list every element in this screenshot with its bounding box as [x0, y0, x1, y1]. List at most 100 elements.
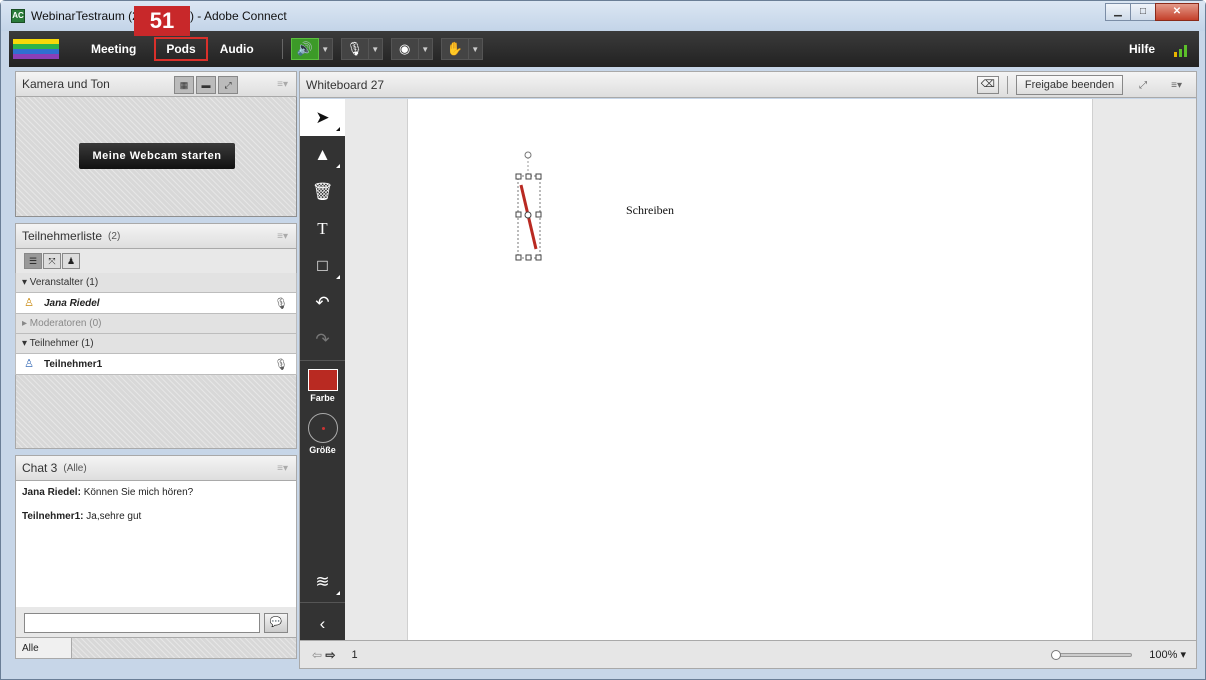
grid-view-icon[interactable]: ⤧	[43, 253, 61, 269]
close-button[interactable]: ✕	[1155, 3, 1199, 21]
chat-text: Ja,sehre gut	[83, 511, 142, 522]
attendee-view-tools: ☰ ⤧ ♟	[15, 249, 297, 273]
chevron-down-icon[interactable]: ▼	[468, 38, 483, 60]
camera-pod-body: Meine Webcam starten	[15, 97, 297, 217]
undo-icon[interactable]: ↶	[300, 284, 345, 321]
zoom-slider-knob[interactable]	[1051, 650, 1061, 660]
size-label: Größe	[309, 445, 336, 455]
pod-menu-icon[interactable]: ≡▾	[277, 231, 288, 242]
pod-menu-icon[interactable]: ≡▾	[277, 79, 288, 90]
selection-tool-icon[interactable]: ➤	[300, 99, 345, 136]
chat-scope: (Alle)	[63, 462, 87, 474]
canvas-text[interactable]: Schreiben	[626, 203, 674, 218]
mic-muted-icon: 🎙	[274, 297, 288, 310]
attendees-pod-title: Teilnehmerliste	[22, 229, 103, 243]
adobe-connect-logo	[13, 39, 59, 59]
chat-recipient-selector[interactable]: Alle	[16, 638, 72, 658]
whiteboard-canvas[interactable]: Schreiben	[407, 99, 1093, 642]
group-hosts[interactable]: ▾ Veranstalter (1)	[15, 273, 297, 293]
menu-bar: Meeting Pods Audio 🔊 ▼ 🎙 ▼ ◉ ▼ ✋ ▼ Hilfe	[9, 31, 1199, 67]
chat-message: Teilnehmer1: Ja,sehre gut	[22, 511, 290, 522]
zoom-slider[interactable]	[1051, 650, 1132, 660]
trash-icon[interactable]: 🗑	[300, 173, 345, 210]
menu-meeting[interactable]: Meeting	[83, 39, 144, 59]
send-message-icon[interactable]: 💬	[264, 613, 288, 633]
color-label: Farbe	[310, 393, 335, 403]
fullscreen-icon[interactable]: ⤢	[1139, 80, 1147, 91]
whiteboard-toolbar: ➤ ▲ 🗑 T □ ↶ ↷ Farbe Größe ≋ ‹	[300, 99, 345, 642]
zoom-level[interactable]: 100% ▾	[1149, 648, 1186, 661]
chevron-down-icon[interactable]: ▼	[368, 38, 383, 60]
collapse-toolbar-icon[interactable]: ‹	[300, 605, 345, 642]
speaker-toggle[interactable]: 🔊 ▼	[290, 38, 333, 60]
left-pod-column: Kamera und Ton ▦ ▬ ⤢ ≡▾ Meine Webcam sta…	[15, 71, 297, 669]
speaker-icon: 🔊	[290, 38, 319, 60]
chat-text: Können Sie mich hören?	[80, 487, 194, 498]
next-page-icon[interactable]: ⇨	[325, 648, 335, 662]
whiteboard-header: Whiteboard 27 ⌫ Freigabe beenden ⤢ ≡▾	[300, 72, 1196, 98]
microphone-icon: 🎙	[340, 38, 369, 60]
chevron-down-icon[interactable]: ▼	[318, 38, 333, 60]
page-nav: ⇦ ⇨	[312, 648, 335, 662]
attendee-row[interactable]: ♙ Teilnehmer1 🎙	[15, 354, 297, 375]
size-picker[interactable]	[307, 413, 338, 443]
chat-message: Jana Riedel: Können Sie mich hören?	[22, 487, 290, 498]
text-tool-icon[interactable]: T	[300, 210, 345, 247]
chevron-down-icon[interactable]: ▼	[418, 38, 433, 60]
header-separator	[1006, 76, 1008, 94]
previous-page-icon[interactable]: ⇦	[312, 648, 322, 662]
raise-hand-icon: ✋	[440, 38, 469, 60]
whiteboard-canvas-area: Schreiben	[345, 99, 1196, 642]
stop-sharing-button[interactable]: Freigabe beenden	[1015, 75, 1124, 95]
camera-pod-title: Kamera und Ton	[22, 77, 110, 91]
microphone-icon: 🎙	[274, 358, 288, 371]
chat-input[interactable]	[24, 613, 260, 633]
camera-pod-header: Kamera und Ton ▦ ▬ ⤢ ≡▾	[15, 71, 297, 97]
step-number-badge: 51	[134, 6, 190, 36]
participant-icon: ♙	[24, 358, 34, 370]
eraser-icon[interactable]: ⌫	[976, 76, 999, 94]
whiteboard-pod: Whiteboard 27 ⌫ Freigabe beenden ⤢ ≡▾ ➤ …	[299, 71, 1197, 669]
grid-layout-icon[interactable]: ▦	[174, 76, 194, 94]
camera-layout-tools: ▦ ▬ ⤢	[174, 76, 240, 94]
pod-menu-icon[interactable]: ≡▾	[1171, 80, 1182, 91]
webcam-toggle[interactable]: ◉ ▼	[390, 38, 433, 60]
toolbar-bottom: ≋ ‹	[300, 563, 345, 642]
role-view-icon[interactable]: ♟	[62, 253, 80, 269]
group-participants[interactable]: ▾ Teilnehmer (1)	[15, 334, 297, 354]
layers-icon[interactable]: ≋	[300, 563, 345, 600]
chat-compose-row: 💬	[15, 607, 297, 637]
menu-help[interactable]: Hilfe	[1129, 42, 1155, 56]
whiteboard-header-buttons: ⌫ Freigabe beenden ⤢ ≡▾	[976, 75, 1188, 95]
group-presenters[interactable]: ▸ Moderatoren (0)	[15, 314, 297, 334]
chat-messages: Jana Riedel: Können Sie mich hören? Teil…	[15, 481, 297, 607]
list-view-icon[interactable]: ☰	[24, 253, 42, 269]
whiteboard-footer: ⇦ ⇨ 1 100% ▾	[300, 640, 1196, 668]
menu-pods[interactable]: Pods	[154, 37, 208, 61]
color-swatch[interactable]	[307, 369, 338, 391]
raise-hand-toggle[interactable]: ✋ ▼	[440, 38, 483, 60]
toolbar-separator	[300, 602, 345, 603]
shape-tool-icon[interactable]: □	[300, 247, 345, 284]
filmstrip-layout-icon[interactable]: ▬	[196, 76, 216, 94]
application-window: AC WebinarTestraum (2. Webinar) - Adobe …	[0, 0, 1206, 680]
minimize-button[interactable]: ▁	[1105, 3, 1131, 21]
chat-footer: Alle	[15, 637, 297, 659]
whiteboard-title: Whiteboard 27	[306, 77, 385, 92]
marker-tool-icon[interactable]: ▲	[300, 136, 345, 173]
attendee-row[interactable]: ♙ Jana Riedel 🎙	[15, 293, 297, 314]
microphone-toggle[interactable]: 🎙 ▼	[340, 38, 383, 60]
fullscreen-icon[interactable]: ⤢	[218, 76, 238, 94]
attendees-pod-header: Teilnehmerliste (2) ≡▾	[15, 223, 297, 249]
pod-menu-icon[interactable]: ≡▾	[277, 463, 288, 474]
menu-audio[interactable]: Audio	[212, 39, 262, 59]
maximize-button[interactable]: □	[1130, 3, 1156, 21]
toolbar-separator	[300, 360, 345, 361]
chat-author: Teilnehmer1:	[22, 511, 84, 522]
start-webcam-button[interactable]: Meine Webcam starten	[79, 143, 235, 169]
redo-icon[interactable]: ↷	[300, 321, 345, 358]
page-number: 1	[351, 648, 358, 661]
selected-line-shape[interactable]	[508, 149, 548, 269]
chat-footer-filler	[72, 638, 296, 658]
attendee-list-empty-area	[15, 375, 297, 449]
